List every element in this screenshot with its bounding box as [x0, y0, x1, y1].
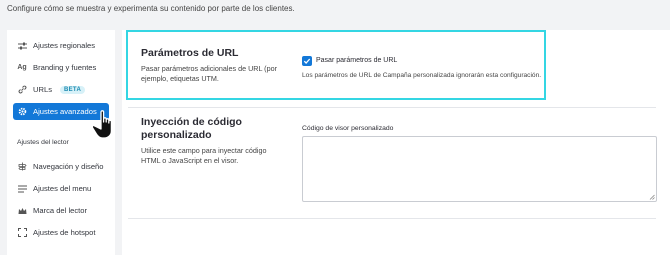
custom-code-label: Código de visor personalizado	[302, 125, 394, 132]
sidebar-item-label: Ajustes del menu	[33, 184, 92, 193]
resize-grip-icon[interactable]	[649, 194, 655, 200]
page-intro: Configure cómo se muestra y experimenta …	[7, 4, 295, 13]
url-params-title: Parámetros de URL	[141, 47, 239, 59]
link-icon	[16, 85, 28, 94]
hotspot-icon	[16, 228, 28, 237]
section-divider	[128, 107, 656, 108]
crown-icon	[16, 207, 28, 215]
sidebar-item-label: Ajustes regionales	[33, 41, 96, 50]
custom-code-textarea[interactable]	[302, 136, 657, 202]
url-params-description: Pasar parámetros adicionales de URL (por…	[141, 64, 277, 83]
sidebar-item-label: Branding y fuentes	[33, 63, 97, 72]
pass-url-params-checkbox[interactable]	[302, 56, 312, 66]
gear-icon	[16, 107, 28, 116]
beta-badge: BETA	[60, 85, 86, 94]
navigation-icon	[16, 162, 28, 171]
sidebar-item-label: URLs	[33, 85, 52, 94]
hand-cursor-icon	[93, 110, 113, 139]
sidebar-item-urls[interactable]: URLs BETA	[13, 81, 109, 98]
menu-icon	[16, 185, 28, 193]
sidebar-item-navigation[interactable]: Navegación y diseño	[13, 158, 109, 175]
sliders-icon	[16, 42, 28, 50]
sidebar-item-label: Navegación y diseño	[33, 162, 104, 171]
sidebar-item-label: Marca del lector	[33, 206, 88, 215]
code-injection-description: Utilice este campo para inyectar código …	[141, 146, 267, 165]
checkmark-icon	[303, 58, 311, 64]
pass-url-params-label: Pasar parámetros de URL	[316, 57, 398, 64]
sidebar-item-menu[interactable]: Ajustes del menu	[13, 180, 109, 197]
sidebar-item-label: Ajustes avanzados	[33, 107, 97, 116]
sidebar-item-hotspot[interactable]: Ajustes de hotspot	[13, 224, 109, 241]
sidebar-item-label: Ajustes de hotspot	[33, 228, 96, 237]
typography-icon: Ag	[17, 64, 27, 71]
settings-sidebar: Ajustes regionales Ag Branding y fuentes…	[7, 30, 115, 255]
code-injection-title: Inyección de código personalizado	[141, 116, 242, 141]
sidebar-item-regional[interactable]: Ajustes regionales	[13, 37, 109, 54]
sidebar-item-branding[interactable]: Ag Branding y fuentes	[13, 59, 109, 76]
section-divider	[128, 218, 656, 219]
url-params-note: Los parámetros de URL de Campaña persona…	[302, 72, 542, 79]
reader-settings-heading: Ajustes del lector	[17, 139, 69, 146]
sidebar-item-reader-brand[interactable]: Marca del lector	[13, 202, 109, 219]
